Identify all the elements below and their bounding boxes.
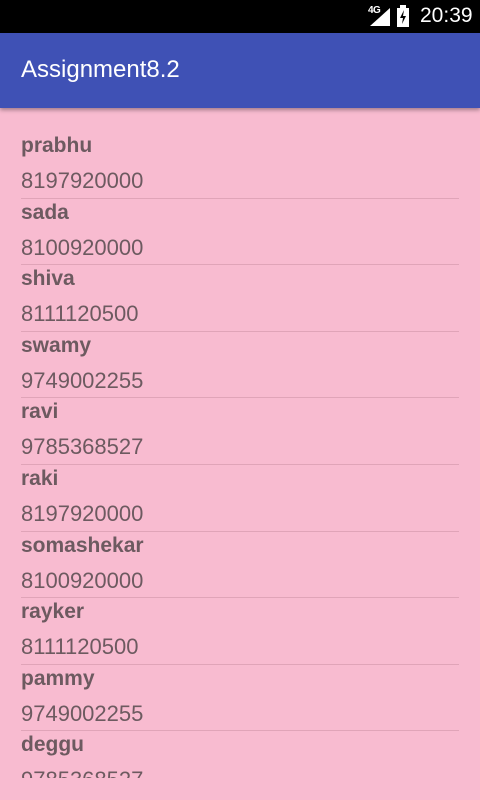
contact-name: sada <box>21 200 69 224</box>
contact-name: somashekar <box>21 533 144 557</box>
status-time: 20:39 <box>420 4 473 27</box>
signal-icon <box>370 8 390 26</box>
contact-name: shiva <box>21 267 75 291</box>
contact-phone: 8197920000 <box>21 168 144 193</box>
contact-phone: 9785368527 <box>21 767 143 778</box>
contact-phone: 8100920000 <box>21 567 144 593</box>
contact-phone: 8197920000 <box>21 500 144 526</box>
list-item[interactable]: sada 8100920000 <box>21 199 459 266</box>
list-item[interactable]: prabhu 8197920000 <box>21 132 459 199</box>
list-item[interactable]: ravi 9785368527 <box>21 398 459 465</box>
status-bar: 4G 20:39 <box>0 0 480 33</box>
contact-phone: 9749002255 <box>21 367 144 393</box>
list-item[interactable]: deggu 9785368527 <box>21 731 459 778</box>
contact-phone: 8111120500 <box>21 634 139 660</box>
contact-list[interactable]: prabhu 8197920000 sada 8100920000 shiva … <box>21 132 459 778</box>
contact-phone: 9749002255 <box>21 700 144 726</box>
list-item[interactable]: somashekar 8100920000 <box>21 532 459 599</box>
list-item[interactable]: swamy 9749002255 <box>21 332 459 399</box>
list-item[interactable]: raki 8197920000 <box>21 465 459 532</box>
list-item[interactable]: pammy 9749002255 <box>21 665 459 732</box>
contact-name: raki <box>21 466 59 490</box>
list-item[interactable]: rayker 8111120500 <box>21 598 459 665</box>
app-title: Assignment8.2 <box>21 56 180 83</box>
contact-phone: 8100920000 <box>21 234 144 260</box>
contact-name: deggu <box>21 733 84 757</box>
list-item[interactable]: shiva 8111120500 <box>21 265 459 332</box>
contact-name: prabhu <box>21 134 93 157</box>
contact-phone: 9785368527 <box>21 434 144 460</box>
contact-phone: 8111120500 <box>21 301 139 327</box>
contact-name: ravi <box>21 400 59 424</box>
battery-icon <box>397 5 409 27</box>
contact-name: rayker <box>21 600 85 624</box>
app-bar: Assignment8.2 <box>0 33 480 108</box>
contact-name: swamy <box>21 333 92 357</box>
contact-name: pammy <box>21 666 95 690</box>
